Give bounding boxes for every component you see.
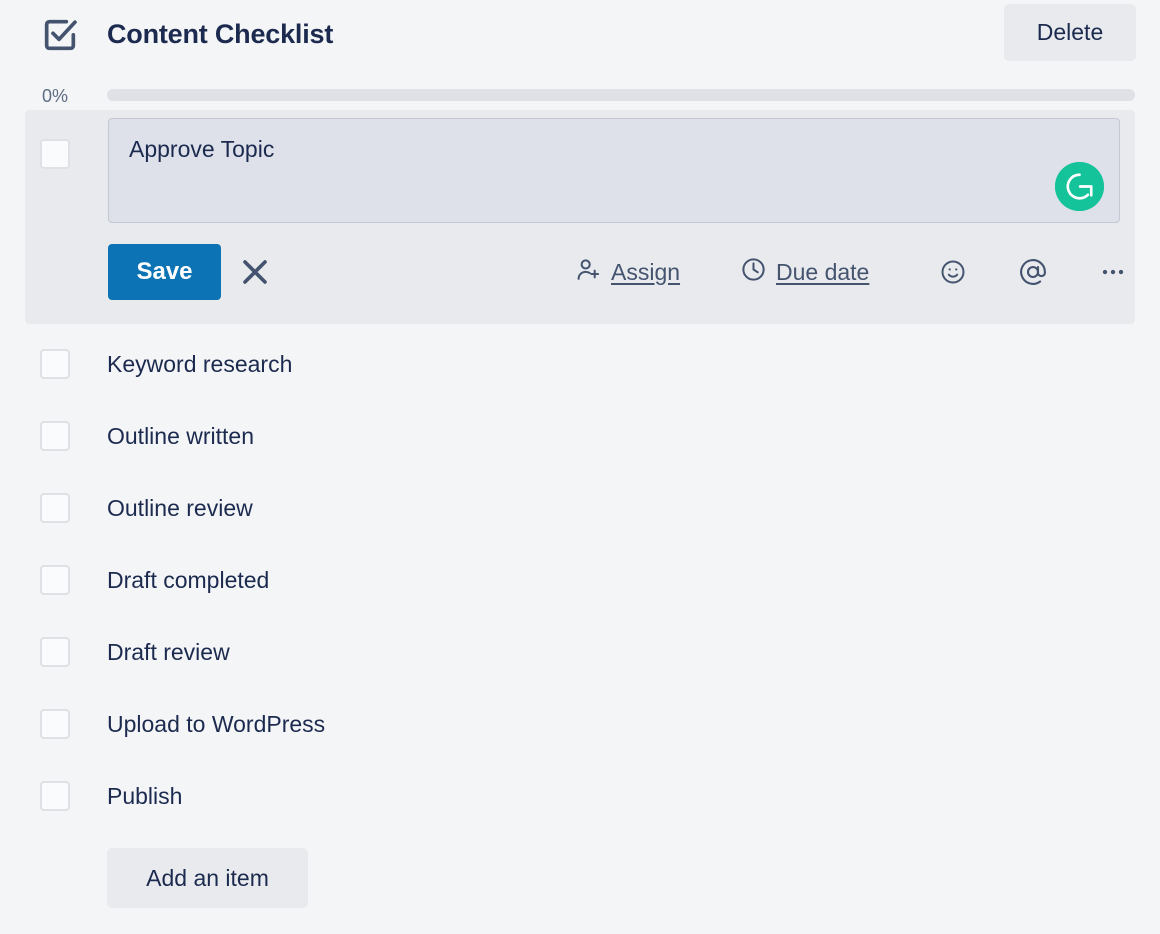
ellipsis-icon[interactable] xyxy=(1095,254,1131,290)
item-edit-toolbar: Save Assign Due da xyxy=(108,244,1120,300)
list-item-label[interactable]: Keyword research xyxy=(107,349,292,379)
item-text-editor xyxy=(108,118,1120,223)
due-date-label: Due date xyxy=(776,257,869,287)
checklist-header: Content Checklist Delete xyxy=(0,0,1160,66)
checkbox-checked-icon xyxy=(40,14,80,54)
progress-row: 0% xyxy=(0,82,1160,110)
item-checkbox[interactable] xyxy=(40,637,70,667)
progress-bar xyxy=(107,89,1135,101)
progress-percent-label: 0% xyxy=(42,82,92,110)
page-title: Content Checklist xyxy=(107,16,333,52)
grammarly-g-icon[interactable] xyxy=(1055,162,1104,211)
list-item[interactable]: Draft completed xyxy=(0,544,1160,616)
item-checkbox[interactable] xyxy=(40,781,70,811)
item-checkbox[interactable] xyxy=(40,709,70,739)
person-plus-icon xyxy=(575,256,602,288)
save-button[interactable]: Save xyxy=(108,244,221,300)
delete-button[interactable]: Delete xyxy=(1004,4,1136,61)
item-checkbox[interactable] xyxy=(40,421,70,451)
smiley-icon[interactable] xyxy=(935,254,971,290)
assign-label: Assign xyxy=(611,257,680,287)
due-date-button[interactable]: Due date xyxy=(740,254,869,290)
item-checkbox[interactable] xyxy=(40,139,70,169)
list-item[interactable]: Keyword research xyxy=(0,328,1160,400)
list-item-label[interactable]: Publish xyxy=(107,781,182,811)
item-checkbox[interactable] xyxy=(40,349,70,379)
add-item-button[interactable]: Add an item xyxy=(107,848,308,908)
item-checkbox[interactable] xyxy=(40,493,70,523)
list-item[interactable]: Publish xyxy=(0,760,1160,832)
list-item[interactable]: Outline written xyxy=(0,400,1160,472)
item-checkbox[interactable] xyxy=(40,565,70,595)
list-item-label[interactable]: Draft review xyxy=(107,637,230,667)
list-item-label[interactable]: Outline review xyxy=(107,493,253,523)
list-item-label[interactable]: Upload to WordPress xyxy=(107,709,325,739)
checklist-item-edit-row: Save Assign Due da xyxy=(25,110,1135,324)
list-item-label[interactable]: Outline written xyxy=(107,421,254,451)
close-x-icon[interactable] xyxy=(235,252,275,292)
item-text-input[interactable] xyxy=(108,118,1120,223)
list-item-label[interactable]: Draft completed xyxy=(107,565,269,595)
list-item[interactable]: Upload to WordPress xyxy=(0,688,1160,760)
list-item[interactable]: Outline review xyxy=(0,472,1160,544)
list-item[interactable]: Draft review xyxy=(0,616,1160,688)
at-sign-icon[interactable] xyxy=(1015,254,1051,290)
clock-icon xyxy=(740,256,767,288)
assign-button[interactable]: Assign xyxy=(575,254,680,290)
